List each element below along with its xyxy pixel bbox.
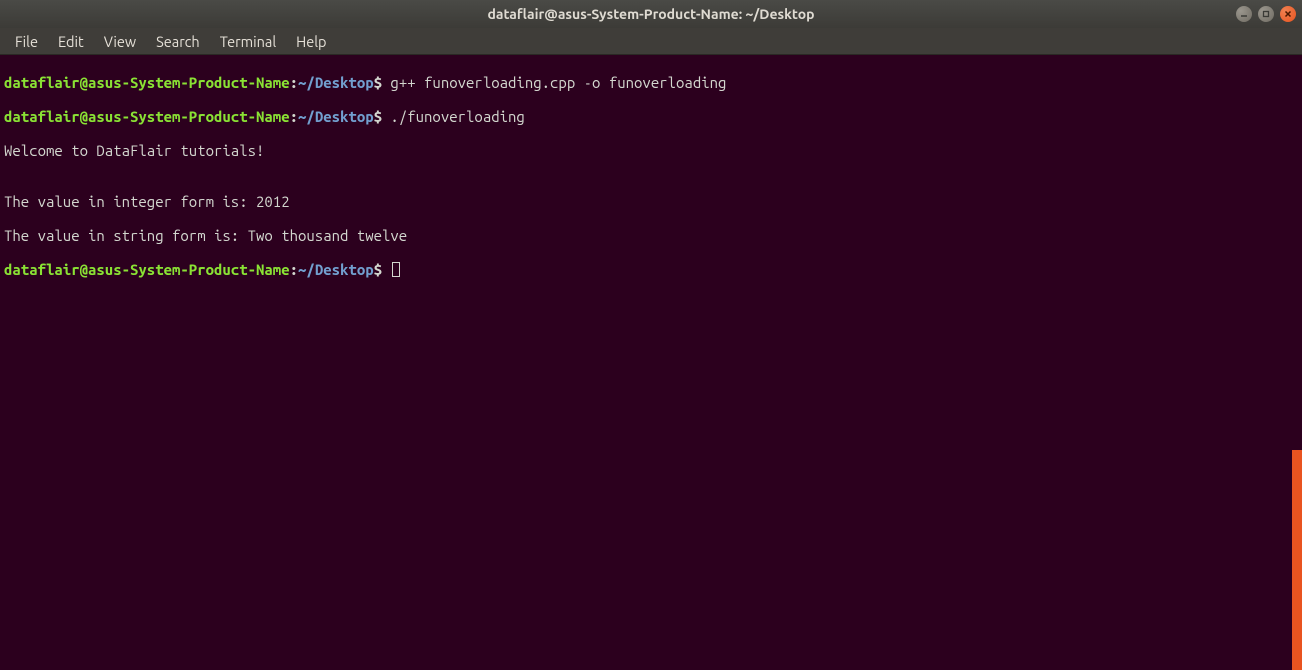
- prompt-userhost: dataflair@asus-System-Product-Name: [4, 108, 290, 125]
- prompt-userhost: dataflair@asus-System-Product-Name: [4, 261, 290, 278]
- cursor-icon: [392, 262, 400, 277]
- close-button[interactable]: [1280, 6, 1296, 22]
- menu-help[interactable]: Help: [287, 30, 335, 53]
- command-text: ./funoverloading: [382, 108, 525, 125]
- prompt-dollar: $: [374, 261, 382, 278]
- command-text: g++ funoverloading.cpp -o funoverloading: [382, 74, 726, 91]
- terminal-line: dataflair@asus-System-Product-Name:~/Des…: [4, 74, 1298, 91]
- prompt-userhost: dataflair@asus-System-Product-Name: [4, 74, 290, 91]
- menu-search[interactable]: Search: [147, 30, 209, 53]
- prompt-dollar: $: [374, 74, 382, 91]
- terminal-line: dataflair@asus-System-Product-Name:~/Des…: [4, 261, 1298, 278]
- output-line: Welcome to DataFlair tutorials!: [4, 142, 1298, 159]
- prompt-colon: :: [290, 261, 298, 278]
- prompt-dollar: $: [374, 108, 382, 125]
- menu-file[interactable]: File: [6, 30, 47, 53]
- prompt-path: /Desktop: [306, 108, 373, 125]
- maximize-button[interactable]: [1258, 6, 1274, 22]
- output-line: The value in string form is: Two thousan…: [4, 227, 1298, 244]
- command-text: [382, 261, 390, 278]
- prompt-colon: :: [290, 108, 298, 125]
- minimize-button[interactable]: [1236, 6, 1252, 22]
- terminal-body[interactable]: dataflair@asus-System-Product-Name:~/Des…: [0, 55, 1302, 626]
- titlebar[interactable]: dataflair@asus-System-Product-Name: ~/De…: [0, 0, 1302, 28]
- terminal-line: dataflair@asus-System-Product-Name:~/Des…: [4, 108, 1298, 125]
- menu-terminal[interactable]: Terminal: [211, 30, 285, 53]
- menubar: File Edit View Search Terminal Help: [0, 28, 1302, 55]
- menu-edit[interactable]: Edit: [49, 30, 93, 53]
- prompt-path: /Desktop: [306, 261, 373, 278]
- output-line: The value in integer form is: 2012: [4, 193, 1298, 210]
- prompt-colon: :: [290, 74, 298, 91]
- menu-view[interactable]: View: [95, 30, 145, 53]
- prompt-path: /Desktop: [306, 74, 373, 91]
- window-controls: [1236, 6, 1296, 22]
- scrollbar-thumb[interactable]: [1292, 450, 1302, 670]
- window-title: dataflair@asus-System-Product-Name: ~/De…: [487, 6, 814, 22]
